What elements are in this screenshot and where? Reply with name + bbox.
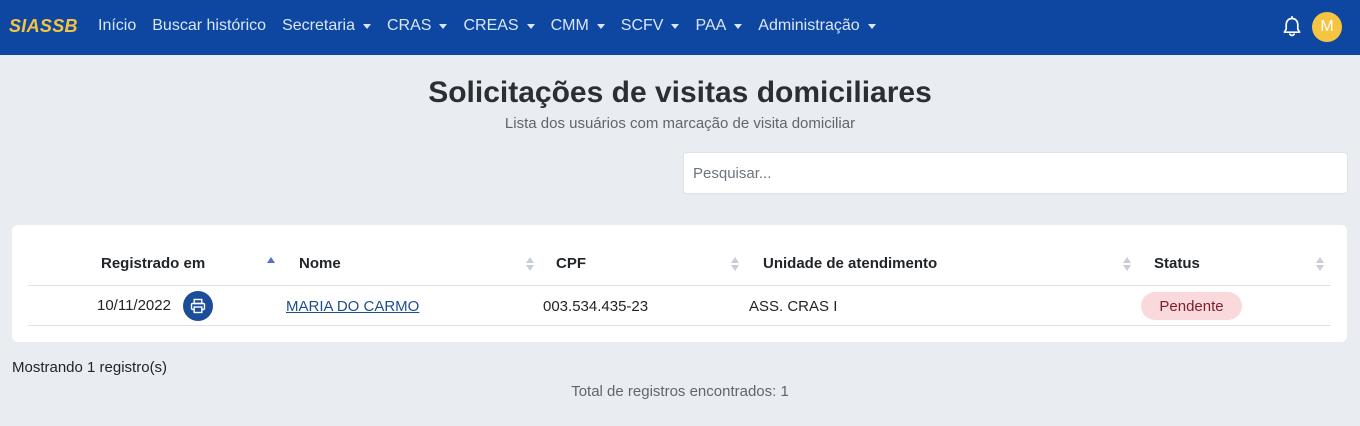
sort-icon[interactable]: [730, 256, 740, 272]
nav-item-creas[interactable]: CREAS: [463, 17, 535, 35]
search-input[interactable]: [683, 152, 1348, 194]
nav-label: SCFV: [620, 17, 664, 34]
caret-down-icon: [734, 24, 743, 29]
cell-cpf: 003.534.435-23: [543, 298, 649, 315]
caret-down-icon: [526, 24, 535, 29]
nav-item-paa[interactable]: PAA: [695, 17, 743, 35]
caret-down-icon: [596, 24, 605, 29]
user-avatar[interactable]: M: [1312, 12, 1342, 42]
results-table-card: Registrado em Nome CPF Unidade de atendi…: [12, 225, 1347, 342]
nav-label: CMM: [550, 17, 589, 34]
page-subtitle: Lista dos usuários com marcação de visit…: [504, 115, 856, 132]
total-records: Total de registros encontrados: 1: [571, 383, 789, 400]
nav-item-administracao[interactable]: Administração: [758, 17, 876, 35]
nav-label: Buscar histórico: [152, 17, 267, 34]
column-header-nome[interactable]: Nome: [299, 255, 341, 272]
column-header-registrado-em[interactable]: Registrado em: [101, 255, 205, 272]
cell-unidade: ASS. CRAS I: [749, 298, 838, 315]
caret-down-icon: [671, 24, 680, 29]
nav-label: CRAS: [387, 17, 432, 34]
nav-label: Início: [98, 17, 137, 34]
printer-icon: [190, 298, 206, 314]
header-divider: [28, 285, 1331, 286]
nav-item-buscar-historico[interactable]: Buscar histórico: [152, 17, 266, 35]
nav-item-cras[interactable]: CRAS: [387, 17, 448, 35]
bell-icon[interactable]: [1282, 15, 1302, 38]
top-navbar: SIASSB Início Buscar histórico Secretari…: [0, 0, 1360, 55]
column-header-status[interactable]: Status: [1154, 255, 1200, 272]
column-header-unidade[interactable]: Unidade de atendimento: [763, 255, 937, 272]
print-button[interactable]: [183, 291, 213, 321]
nav-label: CREAS: [463, 17, 519, 34]
row-divider: [28, 325, 1331, 326]
nav-item-scfv[interactable]: SCFV: [621, 17, 680, 35]
nav-menu: Início Buscar histórico Secretaria CRAS …: [98, 17, 892, 35]
nav-item-secretaria[interactable]: Secretaria: [282, 17, 371, 35]
status-badge: Pendente: [1141, 292, 1242, 320]
nav-item-inicio[interactable]: Início: [98, 17, 136, 35]
caret-down-icon: [867, 24, 876, 29]
sort-icon[interactable]: [1315, 256, 1325, 272]
column-header-cpf[interactable]: CPF: [556, 255, 586, 272]
caret-down-icon: [439, 24, 448, 29]
nav-item-cmm[interactable]: CMM: [551, 17, 605, 35]
sort-ascending-icon[interactable]: [266, 256, 276, 272]
nav-label: Secretaria: [282, 17, 355, 34]
sort-icon[interactable]: [1122, 256, 1132, 272]
records-count: Mostrando 1 registro(s): [12, 359, 168, 376]
page-title: Solicitações de visitas domiciliares: [428, 76, 932, 109]
caret-down-icon: [363, 24, 371, 29]
nav-label: PAA: [695, 17, 727, 34]
nav-label: Administração: [758, 17, 860, 34]
cell-nome-link[interactable]: MARIA DO CARMO: [286, 298, 419, 315]
cell-registrado-em: 10/11/2022: [97, 297, 171, 314]
sort-icon[interactable]: [525, 256, 535, 272]
brand-logo[interactable]: SIASSB: [9, 16, 78, 37]
